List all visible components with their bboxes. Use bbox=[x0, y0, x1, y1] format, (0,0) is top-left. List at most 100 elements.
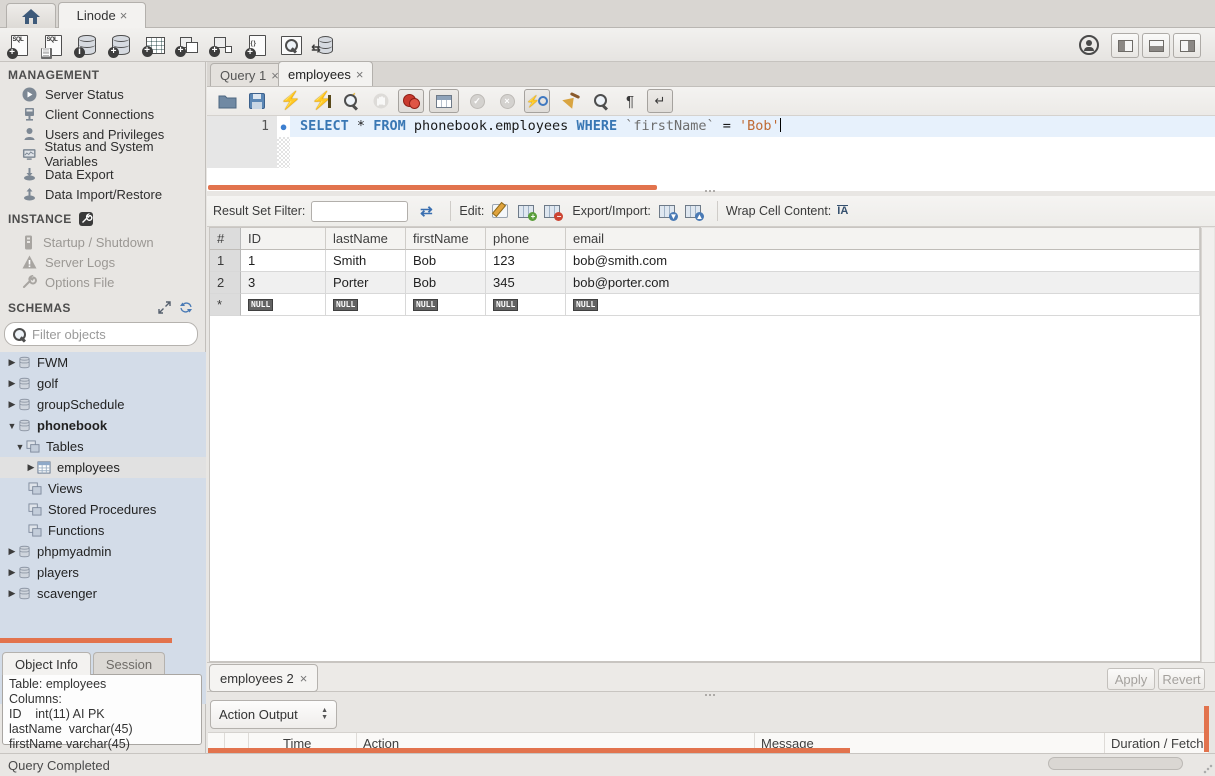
create-schema-button[interactable]: + bbox=[107, 32, 135, 58]
result-filter-input[interactable] bbox=[311, 201, 408, 222]
close-icon[interactable]: × bbox=[120, 8, 128, 23]
expander-icon[interactable]: ▶ bbox=[6, 546, 18, 557]
create-procedure-button[interactable]: + bbox=[209, 32, 237, 58]
output-vscrollbar[interactable] bbox=[1204, 706, 1209, 752]
limit-rows-button[interactable] bbox=[429, 89, 459, 113]
column-header-email[interactable]: email bbox=[566, 228, 1200, 250]
explain-plan-button[interactable]: ⚡ bbox=[338, 89, 364, 113]
schema-inspector-button[interactable]: i bbox=[73, 32, 101, 58]
result-grid-vscrollbar[interactable] bbox=[1201, 228, 1214, 662]
revert-button[interactable]: Revert bbox=[1158, 668, 1205, 690]
commit-button[interactable]: ✓ bbox=[464, 89, 490, 113]
row-number-cell[interactable]: * bbox=[210, 294, 241, 316]
toggle-invisible-chars-button[interactable]: ¶ bbox=[617, 89, 643, 113]
sql-editor[interactable]: 1 ● SELECT * FROM phonebook.employees WH… bbox=[207, 116, 1215, 191]
sidebar-item-data-export[interactable]: Data Export bbox=[0, 164, 205, 184]
connection-tab-linode[interactable]: Linode × bbox=[58, 2, 146, 28]
column-header-id[interactable]: ID bbox=[241, 228, 326, 250]
expand-schemas-icon[interactable] bbox=[158, 301, 171, 314]
tab-result-employees-2[interactable]: employees 2× bbox=[209, 664, 318, 692]
cell-lastname[interactable]: Porter bbox=[326, 272, 406, 294]
rollback-button[interactable]: × bbox=[494, 89, 520, 113]
refresh-schemas-icon[interactable] bbox=[179, 301, 193, 314]
beautify-script-button[interactable] bbox=[558, 89, 584, 113]
column-header-phone[interactable]: phone bbox=[486, 228, 566, 250]
toggle-left-sidebar-button[interactable] bbox=[1111, 33, 1139, 58]
toggle-word-wrap-button[interactable]: ↵ bbox=[647, 89, 673, 113]
export-recordset-icon[interactable]: ▼ bbox=[657, 202, 677, 220]
cell-phone[interactable]: 123 bbox=[486, 250, 566, 272]
tree-item-functions-folder[interactable]: Functions bbox=[0, 520, 206, 541]
tree-item-schema-phonebook[interactable]: ▼phonebook bbox=[0, 415, 206, 436]
stop-query-button[interactable] bbox=[368, 89, 394, 113]
tree-item-schema-groupschedule[interactable]: ▶groupSchedule bbox=[0, 394, 206, 415]
sidebar-item-server-status[interactable]: Server Status bbox=[0, 84, 205, 104]
column-header-firstname[interactable]: firstName bbox=[406, 228, 486, 250]
open-sql-script-button[interactable]: SQL▤ bbox=[39, 32, 67, 58]
execute-current-statement-button[interactable]: ⚡ bbox=[308, 89, 334, 113]
tree-item-schema-fwm[interactable]: ▶FWM bbox=[0, 352, 206, 373]
cell-id[interactable]: 3 bbox=[241, 272, 326, 294]
editor-result-splitter-handle[interactable] bbox=[705, 190, 715, 192]
delete-row-icon[interactable]: − bbox=[542, 202, 562, 220]
save-button[interactable] bbox=[244, 89, 270, 113]
expander-icon[interactable]: ▶ bbox=[6, 588, 18, 599]
toggle-right-sidebar-button[interactable] bbox=[1173, 33, 1201, 58]
refresh-result-icon[interactable]: ⇄ bbox=[416, 202, 436, 220]
tree-item-schema-players[interactable]: ▶players bbox=[0, 562, 206, 583]
cell-email[interactable]: NULL bbox=[566, 294, 1200, 316]
tree-item-schema-scavenger[interactable]: ▶scavenger bbox=[0, 583, 206, 604]
search-data-button[interactable] bbox=[277, 32, 305, 58]
open-file-button[interactable] bbox=[214, 89, 240, 113]
edit-cell-icon[interactable] bbox=[490, 202, 510, 220]
result-output-splitter-handle[interactable] bbox=[705, 694, 715, 696]
statusbar-hscrollbar[interactable] bbox=[1048, 757, 1183, 770]
tab-object-info[interactable]: Object Info bbox=[2, 652, 91, 675]
resize-grip[interactable] bbox=[1203, 764, 1213, 774]
sidebar-item-options-file[interactable]: Options File bbox=[0, 272, 205, 292]
cell-id[interactable]: 1 bbox=[241, 250, 326, 272]
editor-hscrollbar[interactable] bbox=[208, 185, 657, 190]
wrap-cell-content-icon[interactable]: IA bbox=[837, 205, 848, 217]
account-circle-icon[interactable] bbox=[1079, 35, 1099, 55]
cell-firstname[interactable]: Bob bbox=[406, 272, 486, 294]
cell-firstname[interactable]: Bob bbox=[406, 250, 486, 272]
expander-icon[interactable]: ▶ bbox=[6, 378, 18, 389]
sql-text[interactable]: SELECT * FROM phonebook.employees WHERE … bbox=[290, 116, 1215, 137]
cell-firstname[interactable]: NULL bbox=[406, 294, 486, 316]
toggle-autocommit-button[interactable]: ⚡ bbox=[524, 89, 550, 113]
new-sql-tab-button[interactable]: SQL+ bbox=[5, 32, 33, 58]
tab-employees[interactable]: employees× bbox=[278, 61, 373, 86]
cell-phone[interactable]: NULL bbox=[486, 294, 566, 316]
create-table-button[interactable]: + bbox=[141, 32, 169, 58]
expander-icon[interactable]: ▶ bbox=[6, 399, 18, 410]
column-header-lastname[interactable]: lastName bbox=[326, 228, 406, 250]
tree-item-tables-folder[interactable]: ▼Tables bbox=[0, 436, 206, 457]
expander-icon[interactable]: ▶ bbox=[6, 567, 18, 578]
close-icon[interactable]: × bbox=[300, 671, 308, 686]
apply-button[interactable]: Apply bbox=[1107, 668, 1155, 690]
sidebar-item-data-import[interactable]: Data Import/Restore bbox=[0, 184, 205, 204]
expander-icon[interactable]: ▼ bbox=[14, 442, 26, 452]
cell-phone[interactable]: 345 bbox=[486, 272, 566, 294]
tree-item-schema-golf[interactable]: ▶golf bbox=[0, 373, 206, 394]
schema-filter-input[interactable] bbox=[32, 327, 208, 342]
home-tab[interactable] bbox=[6, 3, 56, 28]
expander-icon[interactable]: ▶ bbox=[25, 462, 37, 473]
expander-icon[interactable]: ▶ bbox=[6, 357, 18, 368]
toggle-stop-on-error-button[interactable] bbox=[398, 89, 424, 113]
import-records-icon[interactable]: ▲ bbox=[683, 202, 703, 220]
expander-icon[interactable]: ▼ bbox=[6, 421, 18, 431]
tree-item-views-folder[interactable]: Views bbox=[0, 478, 206, 499]
create-view-button[interactable]: + bbox=[175, 32, 203, 58]
toggle-bottom-panel-button[interactable] bbox=[1142, 33, 1170, 58]
cell-email[interactable]: bob@smith.com bbox=[566, 250, 1200, 272]
schema-tree-hscrollbar[interactable] bbox=[0, 638, 172, 643]
cell-lastname[interactable]: Smith bbox=[326, 250, 406, 272]
sidebar-item-server-logs[interactable]: Server Logs bbox=[0, 252, 205, 272]
find-button[interactable] bbox=[588, 89, 614, 113]
output-col-duration[interactable]: Duration / Fetch bbox=[1105, 733, 1208, 753]
cell-lastname[interactable]: NULL bbox=[326, 294, 406, 316]
tree-item-table-employees[interactable]: ▶employees bbox=[0, 457, 206, 478]
add-row-icon[interactable]: + bbox=[516, 202, 536, 220]
